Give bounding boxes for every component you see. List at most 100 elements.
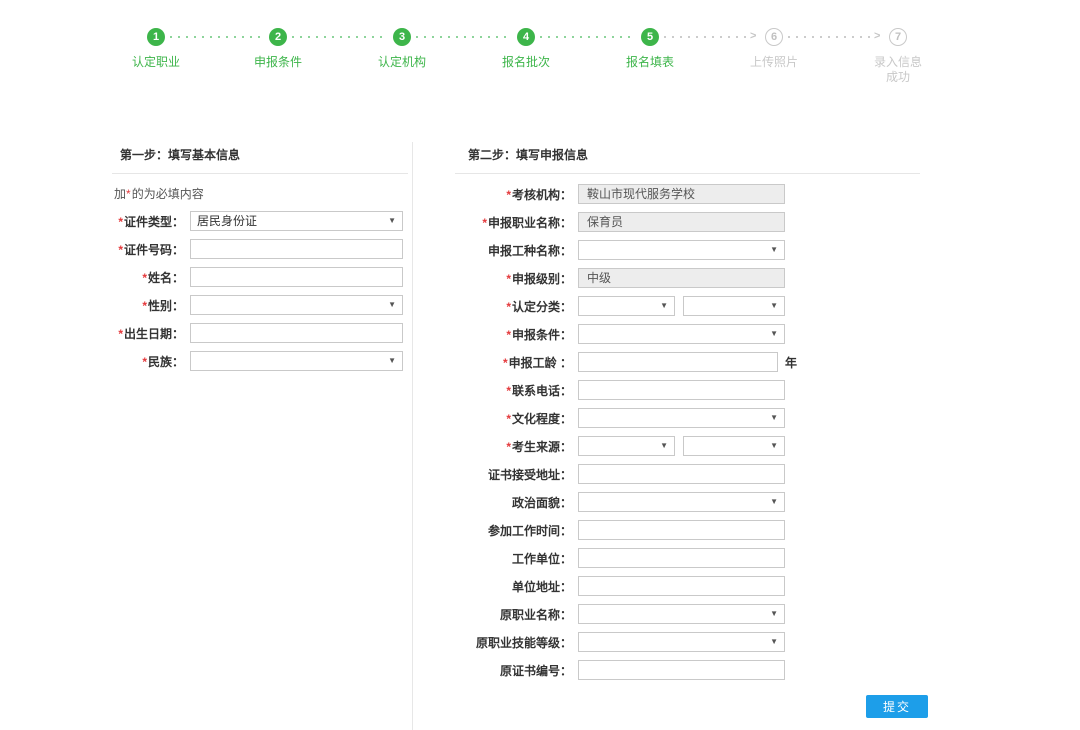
step-1-circle: 1 [147, 28, 165, 46]
step-7-label: 录入信息成功 [869, 55, 927, 85]
form-row-gender: *性别： ▼ [112, 295, 408, 315]
note-suffix: 的为必填内容 [132, 187, 204, 201]
step-6: 6 上传照片 [712, 28, 836, 70]
form-row-work-type: 申报工种名称： ▼ [455, 240, 920, 260]
birth-date-input[interactable] [190, 323, 403, 343]
field-label: 单位地址： [455, 578, 578, 595]
caret-down-icon: ▼ [770, 302, 778, 310]
field-label: *证件号码： [112, 241, 190, 258]
field-label-text: 姓名： [148, 271, 184, 285]
step-4-label: 报名批次 [464, 55, 588, 70]
arrow-right-icon: > [874, 30, 880, 42]
work-type-select[interactable]: ▼ [578, 240, 785, 260]
exam-org-readonly: 鞍山市现代服务学校 [578, 184, 785, 204]
caret-down-icon: ▼ [660, 442, 668, 450]
education-select[interactable]: ▼ [578, 408, 785, 428]
employer-address-input[interactable] [578, 576, 785, 596]
field-label: 原职业名称： [455, 606, 578, 623]
work-years-input[interactable] [578, 352, 778, 372]
required-star: * [118, 327, 123, 341]
caret-down-icon: ▼ [770, 330, 778, 338]
form-row-condition: *申报条件： ▼ [455, 324, 920, 344]
step-connector [664, 36, 746, 38]
caret-down-icon: ▼ [388, 217, 396, 225]
required-star: * [506, 440, 511, 454]
field-label-text: 考生来源： [512, 440, 572, 454]
field-label-text: 申报工种名称： [488, 244, 572, 258]
form-row-ethnicity: *民族： ▼ [112, 351, 408, 371]
step-7-circle: 7 [889, 28, 907, 46]
field-label-text: 申报工龄 ： [509, 356, 572, 370]
classification-select-2[interactable]: ▼ [683, 296, 785, 316]
name-input[interactable] [190, 267, 403, 287]
form-row-classification: *认定分类： ▼ ▼ [455, 296, 920, 316]
field-label: *申报工龄 ： [455, 354, 578, 371]
candidate-source-select-1[interactable]: ▼ [578, 436, 675, 456]
form-row-exam-org: *考核机构： 鞍山市现代服务学校 [455, 184, 920, 204]
step-3-circle: 3 [393, 28, 411, 46]
field-label-text: 申报条件： [512, 328, 572, 342]
form-row-occupation-name: *申报职业名称： 保育员 [455, 212, 920, 232]
step-2-label: 申报条件 [216, 55, 340, 70]
cert-address-input[interactable] [578, 464, 785, 484]
step-3: 3 认定机构 [340, 28, 464, 70]
form-row-name: *姓名： [112, 267, 408, 287]
step-5: 5 报名填表 [588, 28, 712, 70]
field-label: 原职业技能等级： [455, 634, 578, 651]
field-label: *姓名： [112, 269, 190, 286]
candidate-source-select-2[interactable]: ▼ [683, 436, 785, 456]
field-label-text: 文化程度： [512, 412, 572, 426]
step-connector [292, 36, 388, 38]
field-label: *考生来源： [455, 438, 578, 455]
field-label: *证件类型： [112, 213, 190, 230]
field-label: 参加工作时间： [455, 522, 578, 539]
field-label-text: 证书接受地址： [488, 468, 572, 482]
form-row-candidate-source: *考生来源： ▼ ▼ [455, 436, 920, 456]
required-star: * [506, 272, 511, 286]
field-label-text: 联系电话： [512, 384, 572, 398]
gender-select[interactable]: ▼ [190, 295, 403, 315]
field-label-text: 证件类型： [124, 215, 184, 229]
required-star: * [118, 215, 123, 229]
political-status-select[interactable]: ▼ [578, 492, 785, 512]
required-star: * [506, 188, 511, 202]
step-6-circle: 6 [765, 28, 783, 46]
required-star: * [142, 299, 147, 313]
form-row-level: *申报级别： 中级 [455, 268, 920, 288]
form-row-birth-date: *出生日期： [112, 323, 408, 343]
id-type-select[interactable]: 居民身份证 ▼ [190, 211, 403, 231]
caret-down-icon: ▼ [770, 246, 778, 254]
step-4: 4 报名批次 [464, 28, 588, 70]
caret-down-icon: ▼ [770, 442, 778, 450]
form-row-former-cert-number: 原证书编号： [455, 660, 920, 680]
caret-down-icon: ▼ [388, 301, 396, 309]
step-6-label: 上传照片 [712, 55, 836, 70]
caret-down-icon: ▼ [770, 610, 778, 618]
phone-input[interactable] [578, 380, 785, 400]
condition-select[interactable]: ▼ [578, 324, 785, 344]
caret-down-icon: ▼ [770, 498, 778, 506]
form-row-employer: 工作单位： [455, 548, 920, 568]
field-label-text: 性别： [148, 299, 184, 313]
employer-input[interactable] [578, 548, 785, 568]
former-skill-level-select[interactable]: ▼ [578, 632, 785, 652]
former-occupation-select[interactable]: ▼ [578, 604, 785, 624]
former-cert-number-input[interactable] [578, 660, 785, 680]
caret-down-icon: ▼ [770, 638, 778, 646]
required-star: * [506, 300, 511, 314]
required-star: * [506, 328, 511, 342]
field-label-text: 申报级别： [512, 272, 572, 286]
select-value: 居民身份证 [197, 214, 257, 228]
work-start-time-input[interactable] [578, 520, 785, 540]
field-label-text: 单位地址： [512, 580, 572, 594]
id-number-input[interactable] [190, 239, 403, 259]
classification-select-1[interactable]: ▼ [578, 296, 675, 316]
field-label-text: 考核机构： [512, 188, 572, 202]
form-row-former-occupation: 原职业名称： ▼ [455, 604, 920, 624]
step-1-label: 认定职业 [94, 55, 218, 70]
ethnicity-select[interactable]: ▼ [190, 351, 403, 371]
required-star: * [118, 243, 123, 257]
level-readonly: 中级 [578, 268, 785, 288]
field-label-text: 政治面貌： [512, 496, 572, 510]
submit-button[interactable]: 提交 [866, 695, 928, 718]
